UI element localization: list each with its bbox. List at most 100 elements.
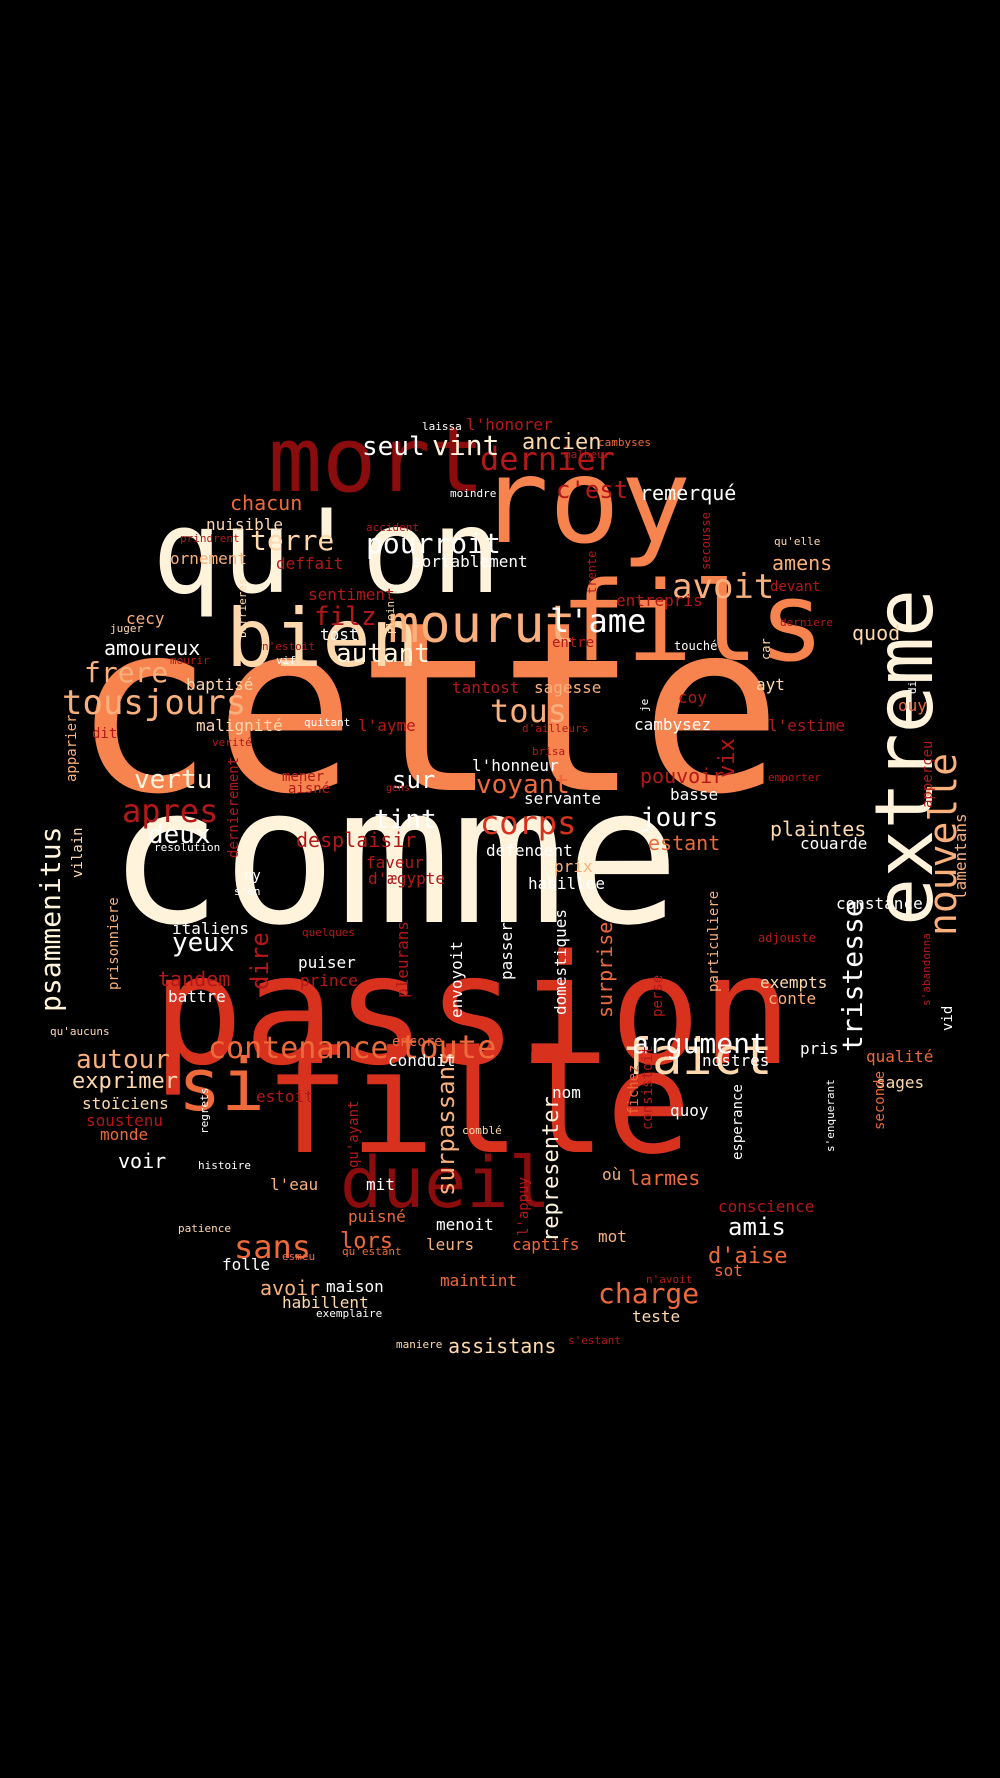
word-73: deffait: [276, 554, 343, 573]
word-172: mourir: [170, 654, 210, 667]
word-88: ouy: [898, 696, 927, 715]
word-111: qualité: [866, 1047, 933, 1066]
word-119: seconde: [872, 1071, 888, 1130]
word-84: malignité: [196, 716, 283, 735]
word-195: qu'estant: [342, 1245, 402, 1258]
word-174: entre: [552, 635, 594, 651]
word-155: regrets: [198, 1088, 211, 1134]
word-81: sagesse: [534, 678, 601, 697]
word-189: adjouste: [758, 931, 816, 945]
word-85: l'ayme: [358, 716, 416, 735]
word-93: lamentans: [951, 813, 970, 900]
word-177: d'ailleurs: [522, 722, 588, 735]
word-124: puisné: [348, 1207, 406, 1226]
word-60: amens: [772, 551, 832, 575]
word-107: encore: [392, 1034, 443, 1050]
word-166: prindrent: [180, 532, 240, 545]
word-63: estant: [648, 831, 720, 855]
word-188: quelques: [302, 926, 355, 939]
word-186: ny: [244, 868, 261, 884]
word-197: exemplaire: [316, 1307, 382, 1320]
word-23: contenance: [208, 1031, 389, 1066]
word-59: chacun: [230, 491, 302, 515]
word-cloud: cettecommepassionfillequ'onroymortfilsbi…: [0, 0, 1000, 1778]
word-191: comblé: [462, 1124, 502, 1137]
word-160: di: [906, 681, 919, 694]
word-108: conduit: [388, 1051, 455, 1070]
word-184: gens: [386, 783, 410, 794]
word-50: representer: [539, 1096, 564, 1242]
word-139: pleurans: [393, 921, 412, 998]
word-118: quoy: [670, 1101, 709, 1120]
word-74: sortablement: [412, 552, 528, 571]
word-38: jours: [640, 803, 718, 833]
word-132: maintint: [440, 1271, 517, 1290]
word-190: qu'aucuns: [50, 1025, 110, 1038]
word-170: juger: [110, 622, 143, 635]
word-96: prix: [554, 857, 593, 876]
word-134: teste: [632, 1307, 680, 1326]
word-140: perse: [650, 975, 666, 1017]
word-165: accident: [366, 521, 419, 534]
word-61: desplaisir: [296, 828, 416, 852]
word-90: servante: [524, 789, 601, 808]
word-122: où: [602, 1165, 621, 1184]
word-168: devant: [770, 579, 821, 595]
word-72: ornement: [170, 549, 247, 568]
word-116: estoit: [256, 1087, 314, 1106]
word-104: particuliere: [706, 891, 722, 992]
word-180: brisa: [532, 745, 565, 758]
word-194: esmeu: [282, 1250, 315, 1263]
word-185: resolution: [154, 841, 220, 854]
word-163: malheur: [564, 448, 611, 461]
word-147: apparier: [64, 715, 80, 782]
word-153: barrieres: [236, 578, 249, 638]
word-138: domestiques: [551, 909, 570, 1015]
word-51: surpassans: [432, 1052, 460, 1197]
word-151: secousse: [699, 512, 713, 570]
word-128: mot: [598, 1227, 627, 1246]
word-120: mit: [366, 1175, 395, 1194]
word-171: n'estoit: [262, 640, 315, 653]
word-176: quitant: [304, 716, 350, 729]
word-123: conscience: [718, 1197, 814, 1216]
word-117: nom: [552, 1083, 581, 1102]
word-193: patience: [178, 1222, 231, 1235]
word-121: l'eau: [270, 1175, 318, 1194]
word-76: sentiment: [308, 585, 395, 604]
word-143: esperance: [730, 1084, 746, 1160]
word-164: moindre: [450, 487, 496, 500]
word-46: amis: [728, 1213, 786, 1241]
word-86: cambysez: [634, 715, 711, 734]
word-135: prisonniere: [106, 897, 122, 990]
word-169: derniere: [780, 616, 833, 629]
word-80: tantost: [452, 678, 519, 697]
word-179: verité: [212, 736, 252, 749]
word-39: vertu: [134, 765, 212, 795]
word-137: passer: [497, 922, 516, 980]
word-67: quod: [852, 621, 900, 645]
word-154: plein: [384, 601, 397, 634]
word-126: leurs: [426, 1235, 474, 1254]
word-148: vilain: [70, 827, 86, 878]
word-181: emporter: [768, 771, 821, 784]
word-161: laissa: [422, 420, 462, 433]
word-130: folle: [222, 1255, 270, 1274]
word-98: faveur: [366, 853, 424, 872]
word-115: monde: [100, 1125, 148, 1144]
word-82: coy: [678, 688, 707, 707]
word-56: voir: [118, 1149, 166, 1173]
word-183: aisné: [288, 781, 330, 797]
word-127: captifs: [512, 1235, 579, 1254]
word-79: baptisé: [186, 675, 253, 694]
word-198: maniere: [396, 1338, 442, 1351]
word-145: qu'ayant: [346, 1101, 362, 1168]
word-100: italiens: [172, 919, 249, 938]
word-146: dernierement: [226, 757, 242, 858]
word-158: je: [638, 699, 651, 712]
word-32: c'est: [556, 476, 628, 504]
word-103: battre: [168, 987, 226, 1006]
word-83: ayt: [756, 675, 785, 694]
word-102: prince: [300, 971, 358, 990]
word-68: vix: [715, 738, 740, 778]
